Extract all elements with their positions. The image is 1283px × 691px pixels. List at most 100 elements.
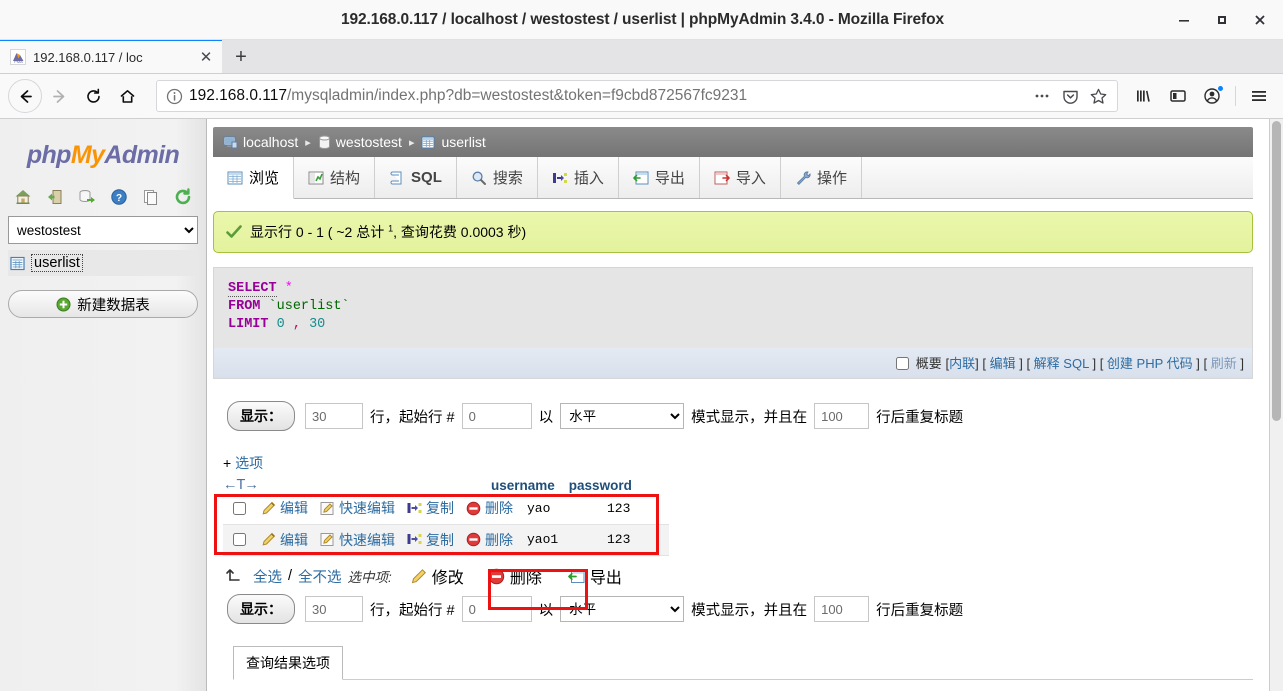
insert-icon — [552, 170, 568, 186]
reload-icon[interactable] — [174, 188, 192, 206]
cell-password[interactable]: 123 — [599, 524, 669, 556]
hamburger-menu-icon[interactable] — [1243, 80, 1275, 112]
new-tab-button[interactable]: + — [222, 41, 260, 73]
sidebar-table-userlist[interactable]: userlist — [8, 250, 198, 276]
column-header-password[interactable]: password — [569, 478, 632, 493]
edit-link[interactable]: 编辑 — [280, 530, 308, 550]
delete-link[interactable]: 删除 — [485, 530, 513, 550]
pocket-icon[interactable] — [1057, 83, 1083, 109]
url-text[interactable]: 192.168.0.117/mysqladmin/index.php?db=we… — [189, 87, 1029, 105]
column-header-username[interactable]: username — [491, 478, 555, 493]
table-row[interactable]: 编辑 快速编辑 复制 删除 yao 123 — [223, 493, 669, 525]
bulk-modify-link[interactable]: 修改 — [432, 564, 464, 588]
reload-icon[interactable] — [76, 79, 110, 113]
page-scrollbar[interactable] — [1269, 119, 1283, 691]
table-row[interactable]: 编辑 快速编辑 复制 删除 yao1 123 — [223, 524, 669, 556]
star-icon[interactable] — [1085, 83, 1111, 109]
edit-link[interactable]: 编辑 — [990, 356, 1016, 371]
tab-search[interactable]: 搜索 — [457, 157, 538, 198]
row-copy-cell[interactable]: 复制 — [401, 524, 460, 556]
tab-close-icon[interactable]: ✕ — [196, 47, 216, 67]
show-button-bottom[interactable]: 显示： — [227, 594, 295, 624]
close-button[interactable] — [1241, 4, 1279, 36]
tab-structure[interactable]: 结构 — [294, 157, 376, 198]
row-quick-edit-cell[interactable]: 快速编辑 — [314, 493, 401, 525]
row-quick-edit-cell[interactable]: 快速编辑 — [314, 524, 401, 556]
row-checkbox[interactable] — [233, 533, 246, 547]
row-delete-cell[interactable]: 删除 — [460, 493, 519, 525]
breadcrumb-table[interactable]: userlist — [421, 134, 486, 150]
page-info-icon[interactable] — [165, 87, 184, 106]
row-checkbox[interactable] — [233, 501, 246, 515]
row-edit-cell[interactable]: 编辑 — [255, 493, 314, 525]
row-copy-cell[interactable]: 复制 — [401, 493, 460, 525]
cell-password[interactable]: 123 — [599, 493, 669, 525]
delete-link[interactable]: 删除 — [485, 498, 513, 518]
copy-icon[interactable] — [142, 188, 160, 206]
bulk-modify-action[interactable]: 修改 — [410, 564, 464, 588]
server-icon — [223, 135, 238, 150]
breadcrumb-server[interactable]: localhost — [223, 134, 298, 150]
refresh-link[interactable]: 刷新 — [1211, 356, 1237, 371]
quick-edit-link[interactable]: 快速编辑 — [339, 498, 395, 518]
account-icon[interactable] — [1196, 80, 1228, 112]
minimize-button[interactable] — [1165, 4, 1203, 36]
page-scrollbar-thumb[interactable] — [1272, 121, 1281, 421]
bulk-export-action[interactable]: 导出 — [567, 564, 622, 588]
tab-strip: PMA 192.168.0.117 / loc ✕ + — [0, 39, 1283, 74]
display-mode-select-bottom[interactable]: 水平 — [560, 596, 685, 622]
create-php-code-link[interactable]: 创建 PHP 代码 — [1107, 356, 1193, 371]
row-delete-cell[interactable]: 删除 — [460, 524, 519, 556]
forward-arrow-icon[interactable] — [42, 79, 76, 113]
exit-db-icon[interactable] — [78, 188, 96, 206]
show-button-top[interactable]: 显示： — [227, 401, 295, 431]
database-select[interactable]: westostest — [8, 216, 198, 244]
breadcrumb-database[interactable]: westostest — [318, 134, 402, 150]
url-bar[interactable]: 192.168.0.117/mysqladmin/index.php?db=we… — [156, 80, 1118, 112]
home-icon[interactable] — [110, 79, 144, 113]
edit-link[interactable]: 编辑 — [280, 498, 308, 518]
start-row-input-bottom[interactable] — [461, 596, 532, 622]
inline-link-wrap: [内联] — [945, 356, 979, 371]
tab-import[interactable]: 导入 — [700, 157, 781, 198]
row-edit-cell[interactable]: 编辑 — [255, 524, 314, 556]
explain-sql-link[interactable]: 解释 SQL — [1034, 356, 1089, 371]
library-icon[interactable] — [1128, 80, 1160, 112]
sidebar-quick-icons: ? — [8, 176, 198, 216]
select-none-link[interactable]: 全不选 — [298, 566, 342, 587]
copy-link[interactable]: 复制 — [426, 530, 454, 550]
tab-browse[interactable]: 浏览 — [213, 157, 295, 199]
cell-username[interactable]: yao1 — [519, 524, 599, 556]
new-table-button[interactable]: 新建数据表 — [8, 290, 198, 318]
copy-link[interactable]: 复制 — [426, 498, 454, 518]
tab-insert[interactable]: 插入 — [538, 157, 619, 198]
inline-link[interactable]: 内联 — [949, 356, 975, 371]
quick-edit-link[interactable]: 快速编辑 — [339, 530, 395, 550]
delete-icon — [466, 532, 481, 547]
logout-icon[interactable] — [46, 188, 64, 206]
display-mode-select-top[interactable]: 水平 — [560, 403, 685, 429]
rows-input-bottom[interactable] — [305, 596, 363, 622]
tab-export[interactable]: 导出 — [619, 157, 700, 198]
options-toggle[interactable]: + 选项 — [213, 453, 1253, 473]
home-icon[interactable] — [14, 188, 32, 206]
bulk-delete-action[interactable]: 删除 — [488, 564, 542, 588]
cell-username[interactable]: yao — [519, 493, 599, 525]
help-icon[interactable]: ? — [110, 188, 128, 206]
sidebar-icon[interactable] — [1162, 80, 1194, 112]
repeat-header-input-bottom[interactable] — [814, 596, 870, 622]
bulk-delete-link[interactable]: 删除 — [510, 564, 542, 588]
maximize-button[interactable] — [1203, 4, 1241, 36]
start-row-input-top[interactable] — [461, 403, 532, 429]
repeat-header-input-top[interactable] — [814, 403, 870, 429]
select-all-link[interactable]: 全选 — [253, 566, 282, 587]
tab-sql[interactable]: SQL — [375, 157, 457, 198]
tab-operations[interactable]: 操作 — [781, 157, 862, 198]
back-arrow-icon[interactable] — [8, 79, 42, 113]
browser-tab[interactable]: PMA 192.168.0.117 / loc ✕ — [0, 39, 222, 73]
ellipsis-icon[interactable] — [1029, 83, 1055, 109]
bulk-export-link[interactable]: 导出 — [590, 564, 622, 588]
rows-input-top[interactable] — [305, 403, 363, 429]
options-link[interactable]: 选项 — [235, 455, 263, 471]
profiling-checkbox[interactable] — [896, 357, 910, 370]
